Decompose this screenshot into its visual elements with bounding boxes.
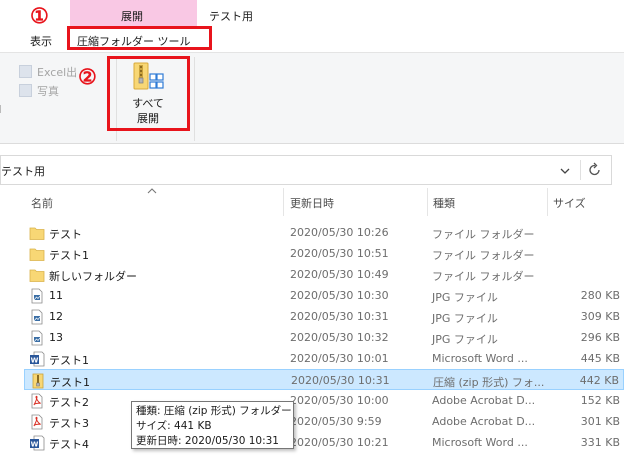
file-name: テスト3 (49, 417, 89, 430)
ribbon-divider (194, 57, 195, 141)
folder-icon (29, 225, 45, 241)
file-row[interactable]: テスト3 2020/05/30 9:59 Adobe Acrobat D... … (24, 411, 624, 432)
image-file-icon (29, 330, 45, 346)
annotation-marker-2: ② (78, 64, 97, 89)
column-header-type[interactable]: 種類 (433, 195, 455, 211)
file-size: 280 KB (580, 289, 620, 302)
file-name: テスト2 (49, 396, 89, 409)
file-type: Adobe Acrobat D... (432, 394, 536, 407)
zip-folder-icon (30, 373, 46, 389)
file-type: Adobe Acrobat D... (432, 415, 536, 428)
file-row[interactable]: テスト 2020/05/30 10:26 ファイル フォルダー (24, 222, 624, 243)
file-size: 445 KB (580, 352, 620, 365)
file-type: ファイル フォルダー (432, 249, 535, 262)
file-size: 296 KB (580, 331, 620, 344)
excel-icon (19, 65, 32, 78)
column-header-size[interactable]: サイズ (553, 195, 586, 211)
word-file-icon: W (29, 435, 45, 451)
file-date: 2020/05/30 10:31 (290, 310, 389, 323)
svg-text:W: W (31, 441, 39, 449)
column-divider[interactable] (427, 188, 428, 216)
folder-icon (29, 267, 45, 283)
file-type: ファイル フォルダー (432, 228, 535, 241)
file-type: 圧縮 (zip 形式) フォ... (433, 376, 545, 389)
ribbon-photo-item[interactable]: 写真 (19, 83, 59, 99)
file-date: 2020/05/30 10:32 (290, 331, 389, 344)
folder-icon (29, 246, 45, 262)
file-type: JPG ファイル (432, 312, 498, 325)
file-row-selected[interactable]: テスト1 2020/05/30 10:31 圧縮 (zip 形式) フォ... … (24, 369, 624, 390)
file-date: 2020/05/30 10:30 (290, 289, 389, 302)
tooltip-size: サイズ: 441 KB (136, 420, 212, 432)
tooltip-date: 更新日時: 2020/05/30 10:31 (136, 435, 279, 447)
file-size: 331 KB (580, 436, 620, 449)
file-name: 11 (49, 289, 63, 302)
ribbon-excel-item[interactable]: Excel出 (19, 64, 77, 80)
file-row[interactable]: 11 2020/05/30 10:30 JPG ファイル 280 KB (24, 285, 624, 306)
tab-extract[interactable]: 展開 (121, 8, 143, 24)
pdf-file-icon (29, 393, 45, 409)
annotation-marker-1: ① (30, 3, 49, 28)
file-type: Microsoft Word ... (432, 436, 528, 449)
file-name: テスト1 (49, 354, 89, 367)
sort-ascending-icon (147, 188, 157, 194)
refresh-icon[interactable] (586, 161, 604, 179)
image-file-icon (29, 288, 45, 304)
tooltip-type: 種類: 圧縮 (zip 形式) フォルダー (136, 405, 292, 417)
file-name: テスト4 (49, 438, 89, 451)
file-type: ファイル フォルダー (432, 270, 535, 283)
file-row[interactable]: 12 2020/05/30 10:31 JPG ファイル 309 KB (24, 306, 624, 327)
ribbon-divider-mark (0, 105, 4, 113)
file-size: 309 KB (580, 310, 620, 323)
highlight-box-tools-tab (67, 26, 212, 50)
file-name: テスト1 (50, 376, 90, 389)
file-name: 12 (49, 310, 63, 323)
word-file-icon: W (29, 351, 45, 367)
file-name: テスト1 (49, 249, 89, 262)
file-row[interactable]: 13 2020/05/30 10:32 JPG ファイル 296 KB (24, 327, 624, 348)
svg-text:W: W (31, 357, 39, 365)
file-type: JPG ファイル (432, 291, 498, 304)
file-date: 2020/05/30 10:00 (290, 394, 389, 407)
file-date: 2020/05/30 10:21 (290, 436, 389, 449)
file-name: 新しいフォルダー (49, 270, 137, 283)
file-info-tooltip: 種類: 圧縮 (zip 形式) フォルダー サイズ: 441 KB 更新日時: … (131, 401, 294, 449)
file-date: 2020/05/30 10:31 (291, 374, 390, 387)
chevron-down-icon[interactable] (556, 162, 574, 180)
address-bar[interactable]: テスト用 (0, 155, 612, 185)
file-row[interactable]: 新しいフォルダー 2020/05/30 10:49 ファイル フォルダー (24, 264, 624, 285)
address-divider (580, 160, 581, 180)
file-date: 2020/05/30 9:59 (290, 415, 382, 428)
column-divider[interactable] (547, 188, 548, 216)
highlight-box-extract-button (107, 56, 190, 131)
file-size: 442 KB (579, 374, 619, 387)
file-row[interactable]: W テスト4 2020/05/30 10:21 Microsoft Word .… (24, 432, 624, 453)
file-date: 2020/05/30 10:49 (290, 268, 389, 281)
image-file-icon (29, 309, 45, 325)
file-date: 2020/05/30 10:26 (290, 226, 389, 239)
file-type: Microsoft Word ... (432, 352, 528, 365)
ribbon-excel-label: Excel出 (37, 66, 78, 79)
photo-icon (19, 84, 32, 97)
window-title: テスト用 (209, 10, 253, 23)
file-row[interactable]: テスト1 2020/05/30 10:51 ファイル フォルダー (24, 243, 624, 264)
file-size: 301 KB (580, 415, 620, 428)
file-size: 152 KB (580, 394, 620, 407)
file-date: 2020/05/30 10:01 (290, 352, 389, 365)
column-header-name[interactable]: 名前 (31, 195, 53, 211)
file-row[interactable]: W テスト1 2020/05/30 10:01 Microsoft Word .… (24, 348, 624, 369)
file-name: テスト (49, 228, 82, 241)
file-row[interactable]: テスト2 2020/05/30 10:00 Adobe Acrobat D...… (24, 390, 624, 411)
file-type: JPG ファイル (432, 333, 498, 346)
column-header-date[interactable]: 更新日時 (290, 195, 334, 211)
pdf-file-icon (29, 414, 45, 430)
address-path[interactable]: テスト用 (1, 163, 45, 179)
file-name: 13 (49, 331, 63, 344)
ribbon-photo-label: 写真 (37, 85, 59, 98)
column-divider[interactable] (283, 188, 284, 216)
tab-view[interactable]: 表示 (30, 33, 52, 49)
file-date: 2020/05/30 10:51 (290, 247, 389, 260)
